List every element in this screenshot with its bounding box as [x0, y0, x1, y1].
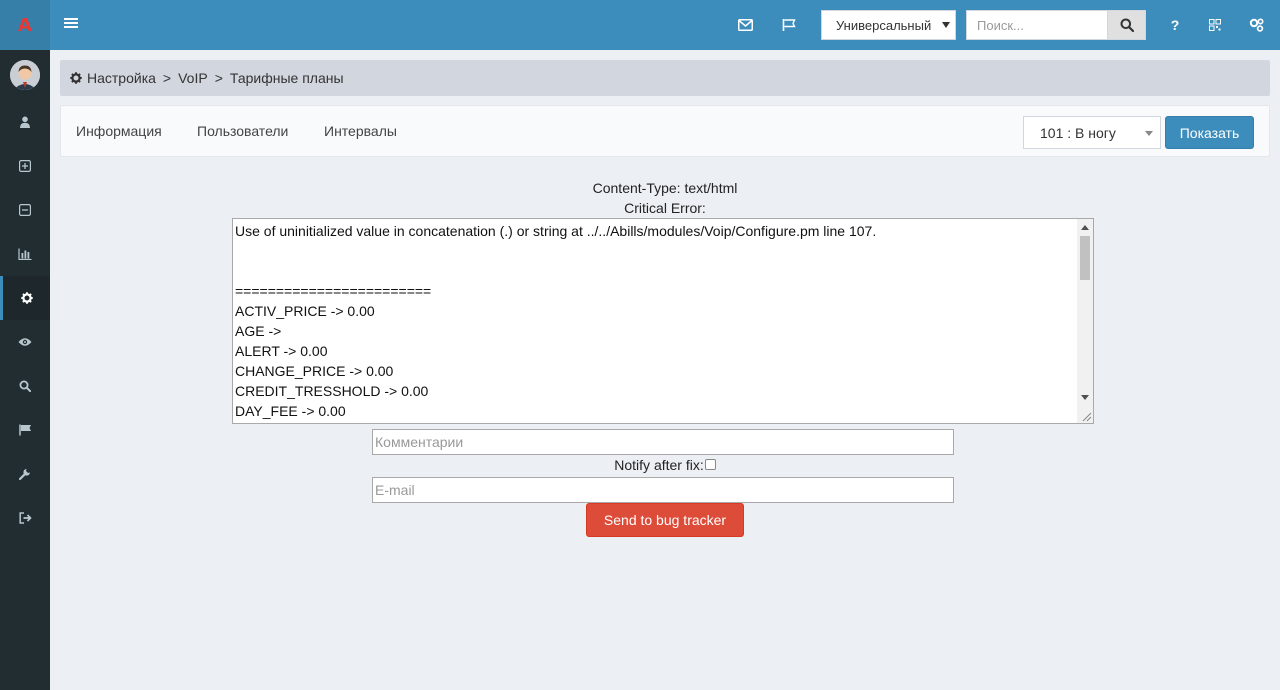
sidebar-item-maps[interactable] [0, 408, 50, 452]
plus-square-icon [19, 160, 31, 172]
search-button[interactable] [1107, 10, 1146, 40]
scrollbar-thumb[interactable] [1080, 236, 1090, 280]
scroll-down-icon[interactable] [1081, 395, 1089, 400]
tariff-plan-select[interactable]: 101 : В ногу [1023, 116, 1161, 149]
content-type-text: Content-Type: text/html [592, 180, 738, 196]
breadcrumb-separator: > [162, 70, 172, 86]
gear-icon [20, 292, 33, 304]
error-line: AGE -> [235, 323, 282, 339]
logo-letter: A [18, 14, 32, 36]
resize-grip-icon[interactable] [1078, 408, 1092, 422]
notify-label: Notify after fix: [614, 457, 704, 473]
sidebar-item-monitoring[interactable] [0, 320, 50, 364]
error-line [235, 261, 1075, 281]
tab-users[interactable]: Пользователи [197, 123, 288, 139]
notify-row: Notify after fix: [0, 457, 1280, 473]
mode-select-value: Универсальный [836, 17, 932, 33]
tariff-plan-value: 101 : В ногу [1040, 124, 1116, 141]
send-bug-tracker-button[interactable]: Send to bug tracker [586, 503, 744, 537]
users-cog-icon[interactable] [1247, 15, 1267, 35]
question-icon[interactable]: ? [1165, 15, 1185, 35]
logo[interactable]: A [0, 0, 50, 50]
breadcrumb-item-tariffs: Тарифные планы [229, 70, 344, 86]
envelope-icon[interactable] [735, 15, 755, 35]
flag-icon[interactable] [779, 15, 799, 35]
search-input[interactable]: Поиск... [966, 10, 1107, 40]
tab-info[interactable]: Информация [76, 123, 162, 139]
comment-input[interactable]: Комментарии [372, 429, 954, 455]
error-textarea[interactable]: Use of uninitialized value in concatenat… [232, 218, 1094, 424]
error-line [235, 241, 1075, 261]
error-line: Use of uninitialized value in concatenat… [235, 223, 877, 239]
mode-select[interactable]: Универсальный [821, 10, 956, 40]
breadcrumb: Настройка > VoIP > Тарифные планы [60, 60, 1270, 96]
breadcrumb-item-voip[interactable]: VoIP [178, 70, 208, 86]
sidebar [0, 50, 50, 690]
critical-error-label: Critical Error: [624, 200, 706, 216]
search-placeholder: Поиск... [977, 17, 1024, 33]
tabs-panel: Информация Пользователи Интервалы 101 : … [60, 105, 1270, 157]
search-icon [19, 380, 31, 392]
tab-intervals[interactable]: Интервалы [324, 123, 397, 139]
email-input[interactable]: E-mail [372, 477, 954, 503]
email-placeholder: E-mail [375, 482, 415, 498]
sidebar-item-logout[interactable] [0, 496, 50, 540]
flag-icon [18, 424, 31, 436]
vertical-scrollbar[interactable] [1077, 219, 1093, 423]
error-line: ALERT -> 0.00 [235, 343, 328, 359]
error-line: ======================== [235, 283, 432, 299]
menu-icon[interactable] [64, 16, 78, 34]
avatar[interactable] [10, 60, 40, 90]
bar-chart-icon [18, 248, 32, 260]
sidebar-item-search[interactable] [0, 364, 50, 408]
error-text: Use of uninitialized value in concatenat… [235, 221, 1075, 421]
error-line: ACTIV_PRICE -> 0.00 [235, 303, 375, 319]
sidebar-item-users[interactable] [0, 100, 50, 144]
sidebar-item-settings[interactable] [0, 276, 50, 320]
notify-checkbox[interactable] [704, 459, 716, 470]
error-line: DAY_FEE -> 0.00 [235, 403, 346, 419]
breadcrumb-item-settings[interactable]: Настройка [87, 70, 156, 86]
sign-out-icon [18, 512, 32, 524]
comment-placeholder: Комментарии [375, 434, 464, 450]
gear-icon [70, 72, 82, 84]
caret-down-icon [942, 22, 950, 28]
qrcode-icon[interactable] [1205, 15, 1225, 35]
show-button[interactable]: Показать [1165, 116, 1254, 149]
breadcrumb-separator: > [214, 70, 223, 86]
eye-icon [18, 338, 32, 346]
search-icon [1120, 18, 1134, 32]
scroll-up-icon[interactable] [1081, 225, 1089, 230]
caret-down-icon [1145, 131, 1153, 136]
error-line: CREDIT_TRESSHOLD -> 0.00 [235, 383, 429, 399]
sidebar-item-reports[interactable] [0, 232, 50, 276]
top-navbar: Универсальный Поиск... ? [50, 0, 1280, 50]
error-line: CHANGE_PRICE -> 0.00 [235, 363, 394, 379]
user-icon [20, 116, 30, 128]
